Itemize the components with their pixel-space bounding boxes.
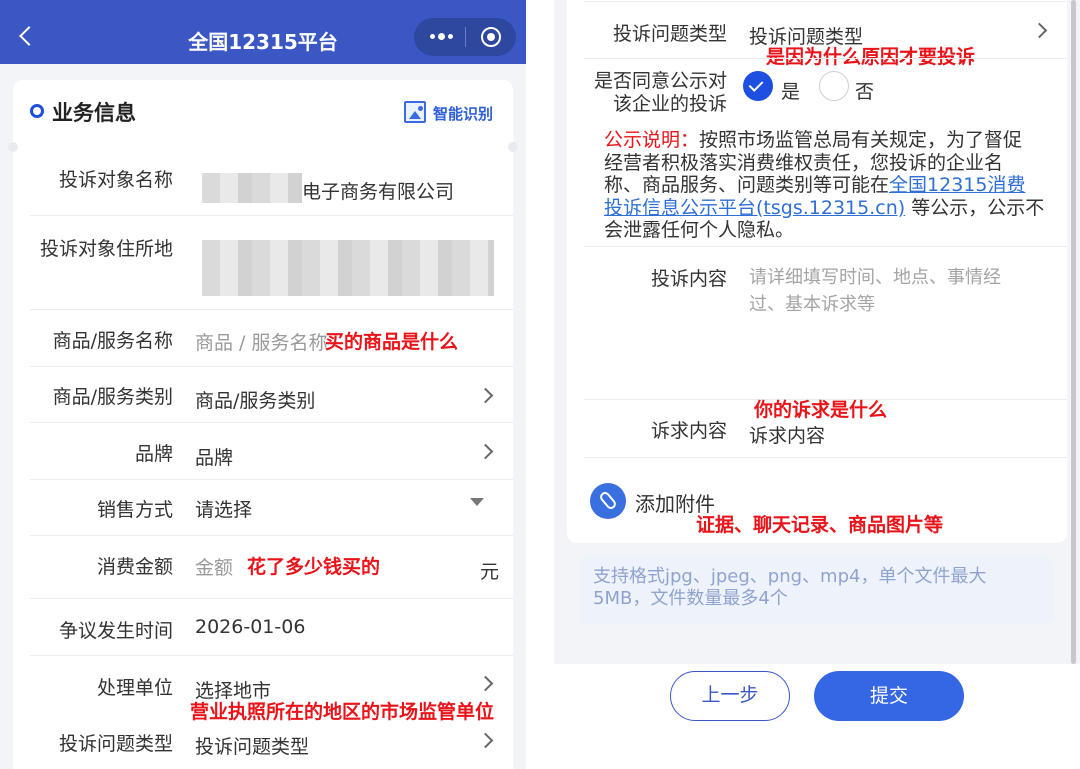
target-name-value[interactable]: 电子商务有限公司	[302, 177, 454, 204]
notice-title: 公示说明：	[604, 129, 700, 151]
platform-link[interactable]: 全国12315消费	[889, 174, 1025, 196]
platform-link[interactable]: 投诉信息公示平台(tsgs.12315.cn)	[604, 197, 905, 219]
handler-label: 处理单位	[96, 677, 173, 699]
radio-yes[interactable]	[743, 71, 773, 101]
demand-input[interactable]: 诉求内容	[749, 421, 825, 448]
close-target-icon[interactable]	[481, 27, 501, 47]
annotation-issue-type: 是因为什么原因才要投诉	[766, 46, 976, 68]
dispute-time-value[interactable]: 2026-01-06	[195, 616, 305, 638]
goods-type-select[interactable]: 商品/服务类别	[195, 386, 315, 413]
annotation-goods-name: 买的商品是什么	[325, 331, 459, 353]
section-dot-icon	[30, 104, 44, 118]
goods-name-label: 商品/服务名称	[52, 330, 173, 352]
format-hint: 支持格式jpg、jpeg、png、mp4，单个文件最大 5MB，文件数量最多4个	[580, 556, 1053, 624]
bottom-bar: 上一步 提交	[554, 664, 1080, 769]
radio-no[interactable]	[819, 71, 849, 101]
annotation-amount: 花了多少钱买的	[247, 556, 381, 578]
amount-input[interactable]: 金额	[195, 553, 233, 580]
issue-type-label: 投诉问题类型	[612, 23, 727, 45]
right-screen: 投诉问题类型 投诉问题类型 是因为什么原因才要投诉 是否同意公示对 该企业的投诉…	[554, 0, 1080, 769]
section-title: 业务信息	[52, 101, 136, 125]
sale-method-label: 销售方式	[96, 499, 173, 521]
scrollbar[interactable]	[1071, 0, 1076, 664]
checkmark-icon	[748, 77, 764, 92]
nav-bar: 全国12315平台	[0, 0, 526, 64]
chevron-down-icon	[470, 498, 484, 506]
image-icon	[404, 101, 426, 123]
sale-method-select[interactable]: 请选择	[195, 495, 252, 522]
redacted-address[interactable]	[202, 240, 494, 296]
publicity-notice: 公示说明：按照市场监管总局有关规定，为了督促 经营者积极落实消费维权责任，您投诉…	[604, 129, 1045, 241]
capsule-menu[interactable]	[414, 18, 516, 56]
goods-type-label: 商品/服务类别	[52, 386, 173, 408]
target-address-label: 投诉对象住所地	[39, 238, 173, 260]
radio-no-label[interactable]: 否	[855, 77, 874, 104]
annotation-attachment: 证据、聊天记录、商品图片等	[696, 514, 944, 536]
content-textarea[interactable]: 请详细填写时间、地点、事情经 过、基本诉求等	[749, 264, 1049, 384]
target-name-label: 投诉对象名称	[58, 169, 173, 191]
amount-label: 消费金额	[96, 556, 173, 578]
radio-yes-label[interactable]: 是	[781, 77, 800, 104]
issue-type-label: 投诉问题类型	[58, 733, 173, 755]
demand-label: 诉求内容	[650, 420, 727, 442]
brand-select[interactable]: 品牌	[195, 443, 233, 470]
amount-unit: 元	[480, 561, 500, 583]
redacted-name	[202, 173, 302, 203]
ocr-button[interactable]: 智能识别	[404, 100, 504, 126]
more-icon[interactable]	[430, 33, 453, 40]
annotation-handler: 营业执照所在的地区的市场监管单位	[190, 701, 495, 723]
goods-name-input[interactable]: 商品 / 服务名称	[195, 328, 327, 355]
paperclip-icon	[590, 483, 626, 519]
left-screen: 全国12315平台 业务信息 智能识别 投诉对象名称 电子商务有限公司 投诉对象…	[0, 0, 526, 769]
prev-button[interactable]: 上一步	[670, 671, 790, 721]
brand-label: 品牌	[134, 443, 173, 465]
dispute-time-label: 争议发生时间	[58, 620, 173, 642]
submit-button[interactable]: 提交	[814, 671, 964, 721]
annotation-demand: 你的诉求是什么	[754, 399, 888, 421]
content-label: 投诉内容	[650, 268, 727, 290]
publicity-label-line2: 该企业的投诉	[612, 93, 727, 115]
issue-type-select[interactable]: 投诉问题类型	[195, 732, 309, 759]
